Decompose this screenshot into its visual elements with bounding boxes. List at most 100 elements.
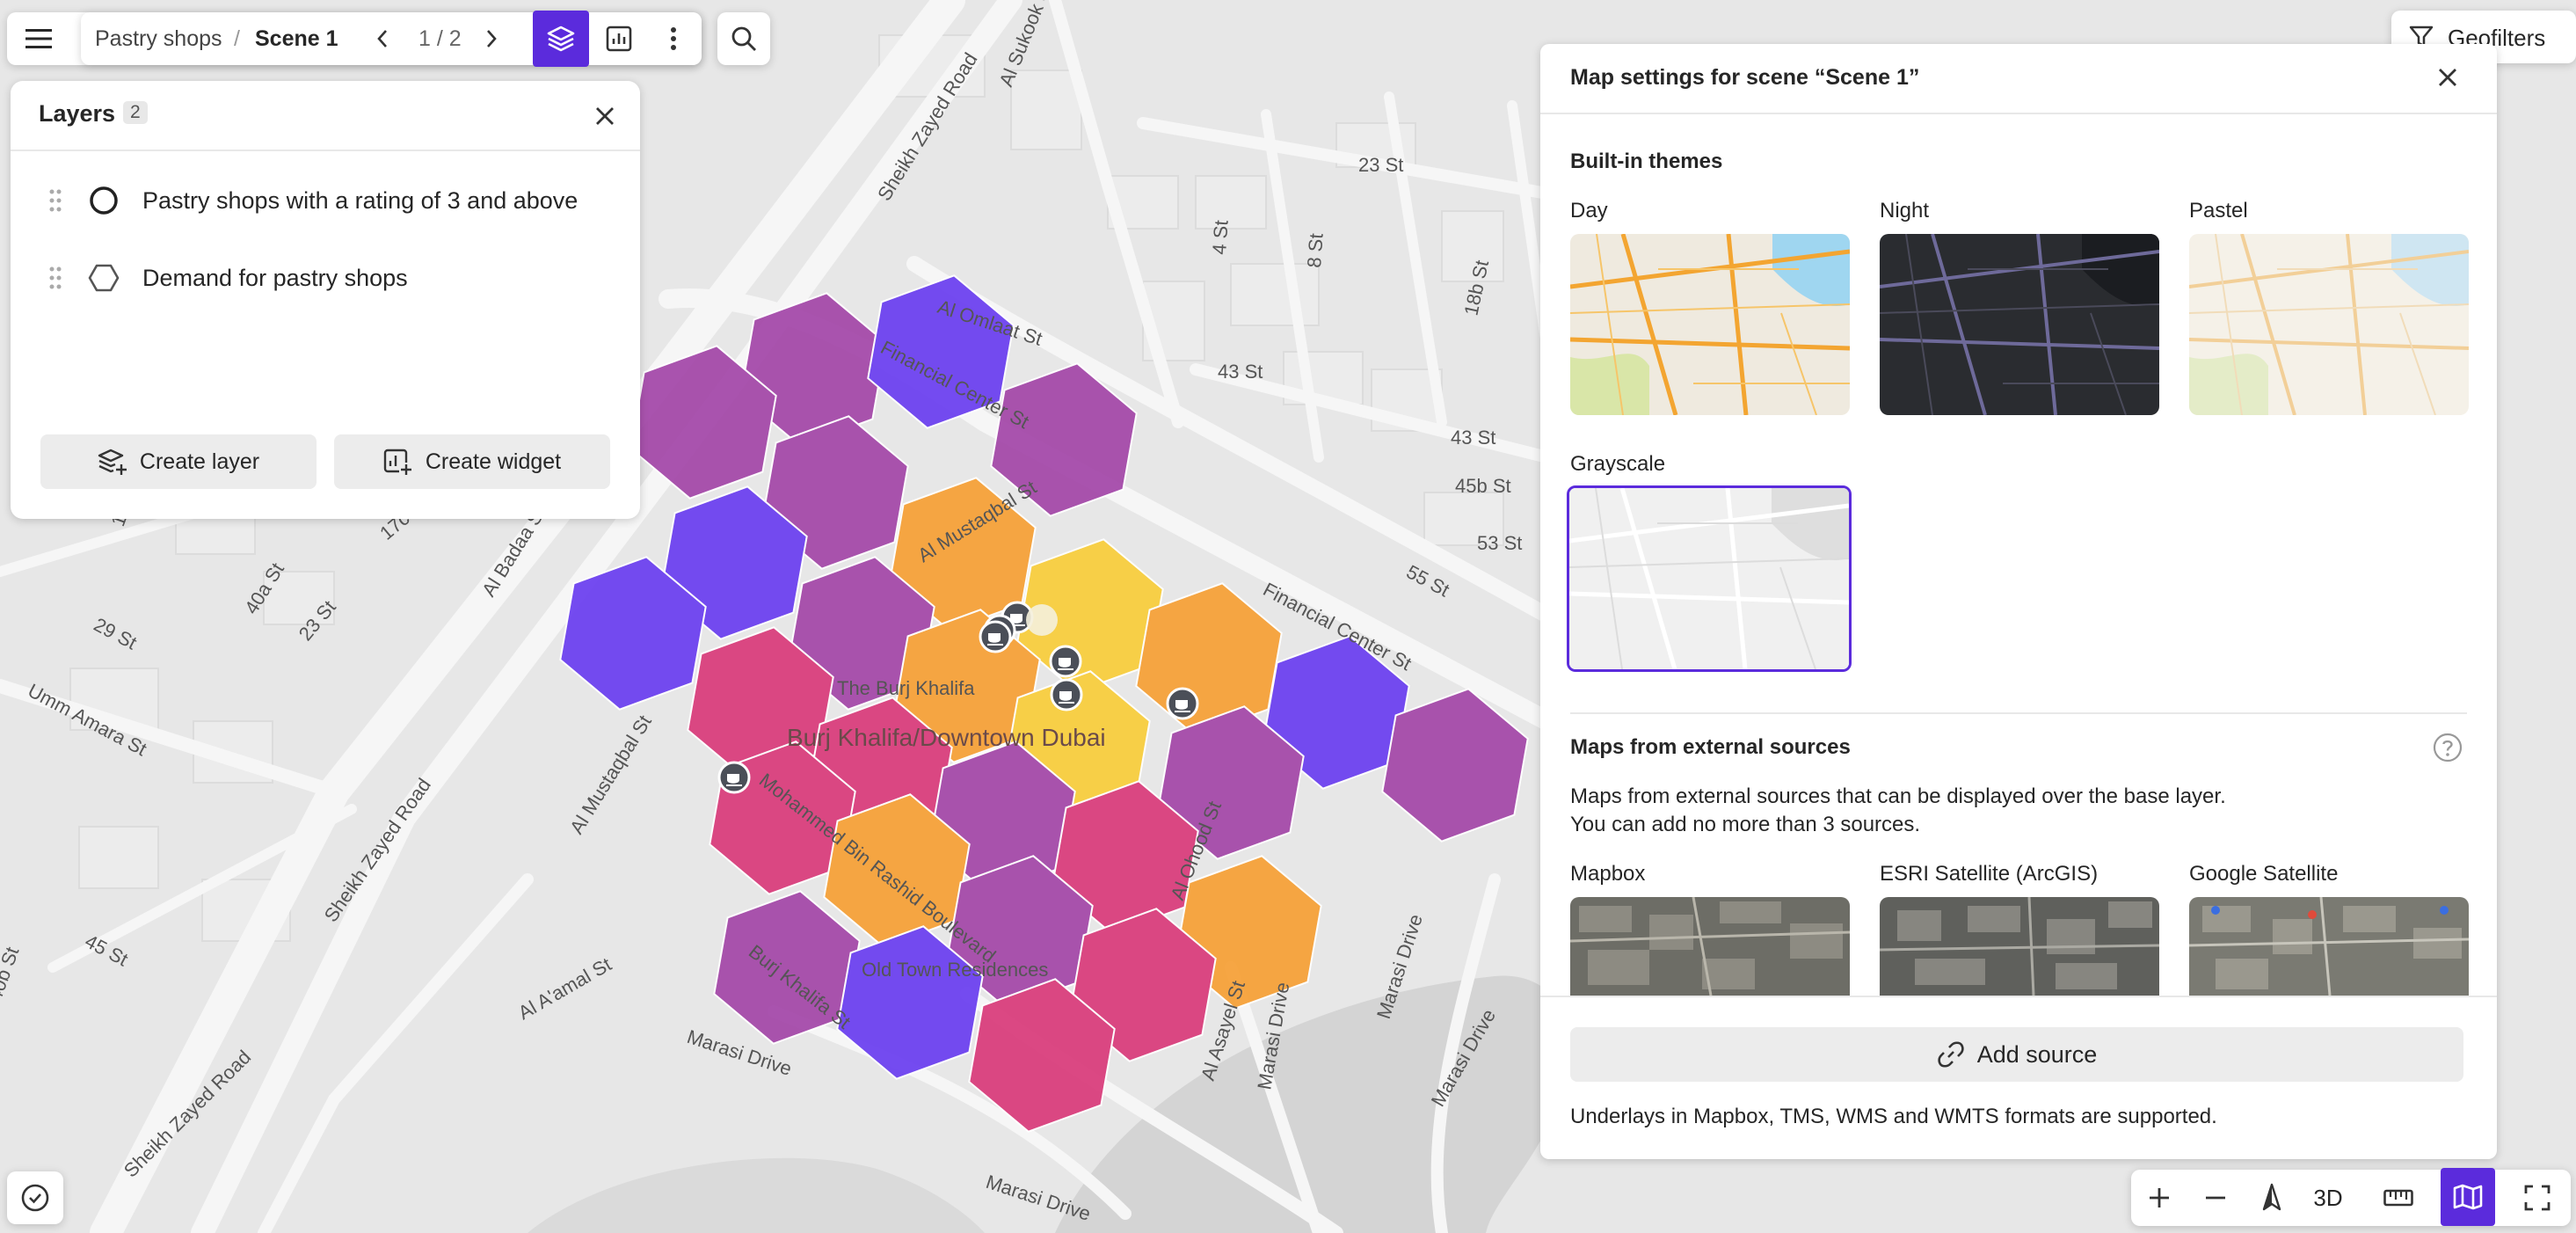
map-label: 53 St — [1477, 532, 1522, 554]
theme-pastel-thumbnail[interactable] — [2189, 234, 2469, 415]
theme-label-day: Day — [1570, 199, 1608, 223]
compass-button[interactable] — [2247, 1173, 2296, 1222]
map-label: 43 St — [1218, 361, 1263, 383]
zoom-out-button[interactable] — [2191, 1173, 2240, 1222]
map-label: Old Town Residences — [862, 959, 1048, 981]
create-layer-button[interactable]: Create layer — [40, 434, 317, 489]
more-vertical-icon — [670, 26, 677, 51]
external-sources-title: Maps from external sources — [1570, 735, 1851, 759]
formats-note: Underlays in Mapbox, TMS, WMS and WMTS f… — [1570, 1105, 2217, 1128]
minus-icon — [2204, 1186, 2227, 1209]
theme-grayscale-thumbnail-selected[interactable] — [1567, 485, 1852, 672]
divider — [1540, 996, 2497, 997]
divider — [1540, 113, 2497, 114]
layer-name: Demand for pastry shops — [142, 264, 408, 291]
more-options-button[interactable] — [649, 14, 698, 63]
add-widget-icon — [383, 447, 413, 477]
source-label-mapbox: Mapbox — [1570, 862, 1646, 886]
settings-panel-close-button[interactable] — [2428, 58, 2467, 97]
pastry-shop-marker[interactable] — [979, 620, 1012, 653]
source-label-google: Google Satellite — [2189, 862, 2339, 886]
plus-icon — [2148, 1186, 2171, 1209]
add-layer-icon — [98, 447, 127, 477]
ruler-button[interactable] — [2374, 1173, 2423, 1222]
help-circle-icon — [2433, 733, 2463, 762]
toggle-3d-label: 3D — [2313, 1184, 2343, 1211]
map-label: 45b St — [1455, 475, 1511, 497]
previous-scene-button[interactable] — [360, 14, 404, 63]
settings-panel-title: Map settings for scene “Scene 1” — [1570, 65, 1920, 90]
create-widget-button[interactable]: Create widget — [334, 434, 610, 489]
map-label: 4 St — [1208, 220, 1233, 256]
main-menu-button[interactable] — [14, 14, 63, 63]
breadcrumb-scene[interactable]: Scene 1 — [255, 26, 338, 52]
source-google-thumbnail[interactable] — [2189, 897, 2469, 996]
layers-panel: Layers 2 Pastry shops with a rating of 3… — [11, 81, 640, 519]
create-layer-label: Create layer — [139, 449, 260, 474]
add-source-button[interactable]: Add source — [1570, 1027, 2463, 1082]
layers-panel-close-button[interactable] — [586, 97, 624, 135]
toggle-3d-button[interactable]: 3D — [2303, 1173, 2353, 1222]
ruler-icon — [2383, 1189, 2413, 1207]
pastry-shop-marker[interactable] — [1049, 645, 1082, 678]
layers-count-badge: 2 — [123, 101, 148, 124]
chevron-left-icon — [376, 29, 389, 48]
chart-icon — [606, 26, 632, 52]
help-button[interactable] — [2428, 728, 2467, 767]
link-icon — [1937, 1040, 1965, 1069]
layer-name: Pastry shops with a rating of 3 and abov… — [142, 186, 579, 214]
pastry-shop-marker[interactable] — [717, 761, 751, 794]
external-sources-description-2: You can add no more than 3 sources. — [1570, 813, 1921, 836]
divider — [1570, 712, 2467, 714]
zoom-in-button[interactable] — [2135, 1173, 2184, 1222]
map-label: 23 St — [1358, 154, 1403, 176]
fullscreen-button[interactable] — [2513, 1173, 2562, 1222]
scene-pager: 1 / 2 — [418, 26, 462, 51]
drag-handle-icon[interactable] — [46, 188, 65, 213]
pastry-shop-marker[interactable] — [1050, 678, 1083, 711]
compass-icon — [2262, 1183, 2281, 1213]
map-settings-panel: Map settings for scene “Scene 1” Built-i… — [1540, 44, 2497, 1159]
close-icon — [595, 106, 615, 126]
close-icon — [2438, 68, 2457, 87]
search-button[interactable] — [719, 14, 768, 63]
hexagon-outline-icon — [86, 262, 121, 294]
layers-icon — [546, 24, 576, 54]
external-sources-description-1: Maps from external sources that can be d… — [1570, 784, 2226, 808]
fullscreen-icon — [2524, 1185, 2551, 1211]
layers-button[interactable] — [533, 11, 589, 67]
source-label-esri: ESRI Satellite (ArcGIS) — [1880, 862, 2099, 886]
layer-item-pastry-shops[interactable]: Pastry shops with a rating of 3 and abov… — [46, 174, 622, 227]
map-label: 8 St — [1303, 233, 1328, 269]
source-esri-thumbnail[interactable] — [1880, 897, 2159, 996]
theme-night-thumbnail[interactable] — [1880, 234, 2159, 415]
clock-check-icon — [20, 1183, 50, 1213]
hamburger-menu-icon — [25, 28, 52, 49]
widgets-button[interactable] — [594, 14, 644, 63]
map-icon — [2453, 1184, 2483, 1210]
layer-item-demand[interactable]: Demand for pastry shops — [46, 252, 622, 304]
source-mapbox-thumbnail[interactable] — [1570, 897, 1850, 996]
map-label: Burj Khalifa/Downtown Dubai — [787, 724, 1106, 751]
pastry-shop-marker[interactable] — [1166, 687, 1199, 720]
theme-label-grayscale: Grayscale — [1570, 452, 1666, 476]
theme-day-thumbnail[interactable] — [1570, 234, 1850, 415]
breadcrumb-project[interactable]: Pastry shops — [95, 26, 222, 52]
chevron-right-icon — [485, 29, 498, 48]
add-source-label: Add source — [1976, 1040, 2098, 1068]
history-button[interactable] — [11, 1173, 60, 1222]
theme-label-pastel: Pastel — [2189, 199, 2248, 223]
layers-panel-title: Layers — [39, 100, 116, 127]
theme-label-night: Night — [1880, 199, 1930, 223]
drag-handle-icon[interactable] — [46, 266, 65, 290]
divider — [11, 150, 640, 151]
create-widget-label: Create widget — [425, 449, 562, 474]
next-scene-button[interactable] — [469, 14, 513, 63]
map-label: The Burj Khalifa — [837, 677, 975, 699]
search-icon — [731, 26, 757, 52]
map-settings-button[interactable] — [2441, 1168, 2495, 1226]
circle-outline-icon — [86, 185, 121, 216]
builtin-themes-title: Built-in themes — [1570, 150, 1723, 173]
marker-cluster[interactable] — [1026, 604, 1058, 636]
breadcrumb-separator: / — [234, 26, 240, 51]
